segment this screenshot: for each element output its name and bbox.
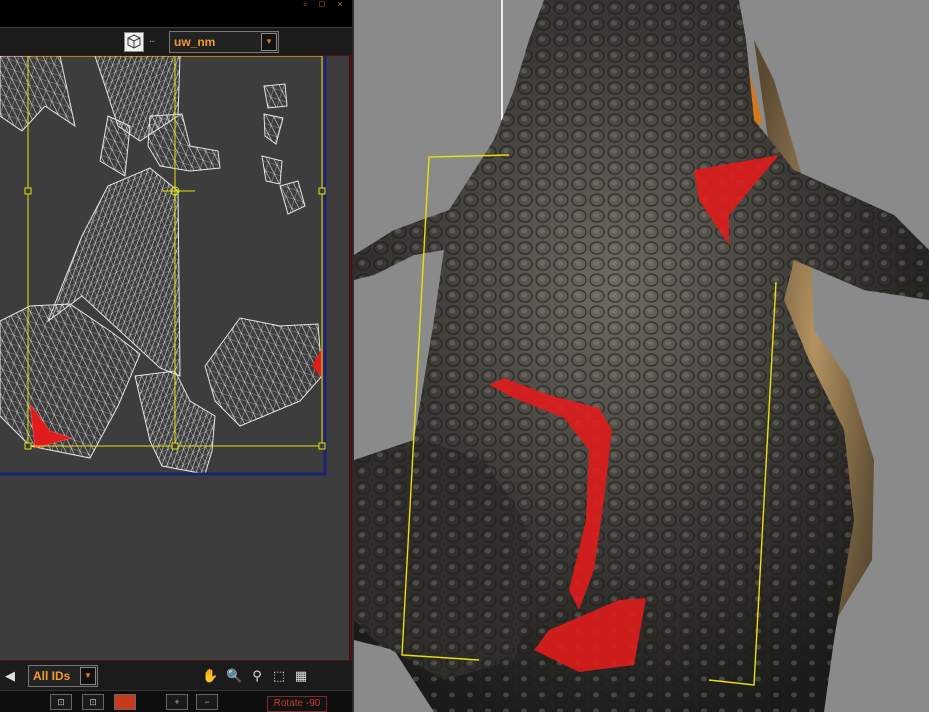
paper-plane-icon[interactable]: ◀ <box>2 668 18 684</box>
uv-bottom-toolbar: ◀ All IDs ▼ ✋ 🔍 ⚲ ⬚ ▦ <box>0 660 352 690</box>
uv-editor-panel: ▫ □ × ∙∙∙ uw_nm ▼ ◀ All IDs ▼ ✋ 🔍 ⚲ ⬚ ▦ … <box>0 0 352 712</box>
texture-map-dropdown[interactable]: uw_nm ▼ <box>169 31 279 53</box>
zoom-icon[interactable]: 🔍 <box>226 668 242 684</box>
cube-icon <box>127 34 141 49</box>
checker-map-button[interactable] <box>124 32 144 52</box>
pan-hand-icon[interactable]: ✋ <box>202 668 218 684</box>
uv-shell-group[interactable] <box>0 56 323 475</box>
grid-icon[interactable]: ▦ <box>293 668 309 684</box>
chevron-down-icon[interactable]: ▼ <box>261 33 277 51</box>
window-title-bar: ▫ □ × <box>0 0 352 28</box>
zoom-extents-icon[interactable]: ⬚ <box>271 668 287 684</box>
uv-wireframe-view <box>0 56 327 476</box>
weld-icon[interactable]: ⊡ <box>50 694 72 710</box>
zoom-region-icon[interactable]: ⚲ <box>249 668 265 684</box>
crocodile-model-render <box>354 0 929 712</box>
rotate-minus-90-button[interactable]: Rotate -90 <box>267 696 327 712</box>
material-id-filter-dropdown[interactable]: All IDs ▼ <box>28 665 98 687</box>
close-icon[interactable]: × <box>336 0 344 9</box>
maximize-icon[interactable]: □ <box>318 0 326 9</box>
material-id-filter-value: All IDs <box>33 669 71 683</box>
increment-icon[interactable]: + <box>166 694 188 710</box>
chevron-down-icon[interactable]: ▼ <box>80 667 96 685</box>
decrement-icon[interactable]: − <box>196 694 218 710</box>
perspective-viewport[interactable] <box>354 0 929 712</box>
break-icon[interactable]: ⊡ <box>82 694 104 710</box>
uv-status-bar: ⊡ ⊡ + − Rotate -90 <box>0 690 352 712</box>
display-color-swatch[interactable] <box>114 694 136 710</box>
more-options-icon[interactable]: ∙∙∙ <box>149 36 155 47</box>
uv-edit-canvas[interactable] <box>0 56 349 660</box>
texture-map-value: uw_nm <box>174 35 216 49</box>
restore-icon[interactable]: ▫ <box>301 0 309 9</box>
